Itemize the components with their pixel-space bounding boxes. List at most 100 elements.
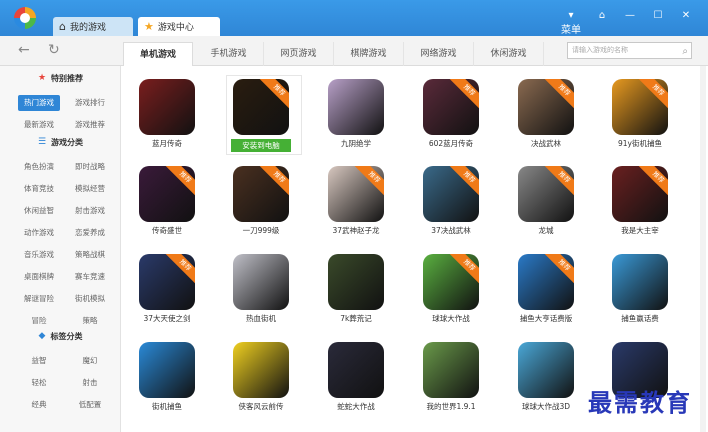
- minimize-button[interactable]: —: [616, 10, 644, 36]
- game-icon[interactable]: 推荐: [233, 79, 289, 135]
- game-card[interactable]: 九阴绝学: [316, 79, 396, 149]
- sidebar-tag[interactable]: 桌面棋牌: [18, 269, 60, 285]
- category-tab[interactable]: 网络游戏: [404, 42, 474, 66]
- sidebar-tag[interactable]: 低配置: [69, 397, 111, 413]
- sidebar-section-title: ◆ 标签分类: [0, 326, 121, 346]
- game-icon[interactable]: [328, 254, 384, 310]
- game-card[interactable]: 推荐 龙城: [506, 166, 586, 236]
- game-card[interactable]: 推荐 37决战武林: [411, 166, 491, 236]
- game-card[interactable]: 推荐 91y街机捕鱼: [600, 79, 680, 149]
- game-card[interactable]: 推荐 我是大主宰: [600, 166, 680, 236]
- sidebar-tag[interactable]: 游戏排行: [69, 95, 111, 111]
- recommend-badge: 推荐: [164, 166, 195, 199]
- game-icon[interactable]: [423, 342, 479, 398]
- search-icon[interactable]: ⌕: [682, 44, 688, 59]
- scrollbar[interactable]: [700, 66, 706, 432]
- section-label: 特别推荐: [51, 73, 84, 83]
- game-icon[interactable]: [233, 254, 289, 310]
- game-name: 决战武林: [531, 139, 561, 148]
- game-card[interactable]: 推荐 决战武林: [506, 79, 586, 149]
- sidebar-tag[interactable]: 动作游戏: [18, 225, 60, 241]
- category-tab[interactable]: 棋牌游戏: [334, 42, 404, 66]
- game-card[interactable]: 热血街机: [221, 254, 301, 324]
- category-tab[interactable]: 休闲游戏: [474, 42, 544, 66]
- game-icon[interactable]: [328, 342, 384, 398]
- category-tab[interactable]: 单机游戏: [123, 42, 193, 67]
- game-icon[interactable]: [328, 79, 384, 135]
- game-card[interactable]: 推荐 捕鱼大亨话费版: [506, 254, 586, 324]
- sidebar-tag[interactable]: 解谜冒险: [18, 291, 60, 307]
- game-card[interactable]: 7k葬荒记: [316, 254, 396, 324]
- game-card[interactable]: 推荐 37武神赵子龙: [316, 166, 396, 236]
- sidebar-tag[interactable]: 益智: [18, 353, 60, 369]
- game-card[interactable]: 蓝月传奇: [127, 79, 207, 149]
- game-icon[interactable]: 推荐: [233, 166, 289, 222]
- game-icon[interactable]: 推荐: [518, 254, 574, 310]
- menu-button[interactable]: ▾ 菜单: [554, 10, 588, 36]
- tab-game-center[interactable]: ★ 游戏中心: [138, 17, 220, 36]
- game-icon[interactable]: 推荐: [423, 166, 479, 222]
- game-card[interactable]: 推荐 球球大作战: [411, 254, 491, 324]
- game-icon[interactable]: 推荐: [423, 254, 479, 310]
- game-icon[interactable]: 推荐: [328, 166, 384, 222]
- sidebar-tag[interactable]: 角色扮演: [18, 159, 60, 175]
- sidebar-tag[interactable]: 街机模拟: [69, 291, 111, 307]
- sidebar-tag[interactable]: 音乐游戏: [18, 247, 60, 263]
- sidebar-tag[interactable]: 游戏推荐: [69, 117, 111, 133]
- game-card[interactable]: 蛇蛇大作战: [316, 342, 396, 412]
- game-icon[interactable]: [612, 254, 668, 310]
- category-tab[interactable]: 网页游戏: [264, 42, 334, 66]
- game-icon[interactable]: 推荐: [612, 166, 668, 222]
- sidebar-tag[interactable]: 即时战略: [69, 159, 111, 175]
- skin-button[interactable]: ⌂: [588, 10, 616, 36]
- menu-icon: ▾: [568, 10, 574, 21]
- sidebar-tag[interactable]: 魔幻: [69, 353, 111, 369]
- game-icon[interactable]: [518, 342, 574, 398]
- game-card[interactable]: 推荐 602蓝月传奇: [411, 79, 491, 149]
- sidebar-tag[interactable]: 模拟经营: [69, 181, 111, 197]
- game-card[interactable]: 街机捕鱼: [127, 342, 207, 412]
- category-tab[interactable]: 手机游戏: [194, 42, 264, 66]
- game-card[interactable]: 推荐 37大天使之剑: [127, 254, 207, 324]
- refresh-button[interactable]: ↻: [48, 42, 60, 58]
- sidebar-tag[interactable]: 体育竞技: [18, 181, 60, 197]
- maximize-button[interactable]: ☐: [644, 10, 672, 36]
- game-card[interactable]: 推荐 一刀999级: [221, 166, 301, 236]
- game-icon[interactable]: 推荐: [612, 79, 668, 135]
- install-button[interactable]: 安装到电脑: [231, 139, 291, 152]
- game-card[interactable]: 捕鱼赢话费: [600, 254, 680, 324]
- sidebar-tag[interactable]: 射击: [69, 375, 111, 391]
- sidebar-tag[interactable]: 休闲益智: [18, 203, 60, 219]
- sidebar-tag[interactable]: 经典: [18, 397, 60, 413]
- game-icon[interactable]: [139, 79, 195, 135]
- sidebar-tag[interactable]: 恋爱养成: [69, 225, 111, 241]
- sidebar-tag[interactable]: 策略战棋: [69, 247, 111, 263]
- search-input[interactable]: 请输入游戏的名称 ⌕: [567, 42, 692, 59]
- game-icon[interactable]: 推荐: [139, 254, 195, 310]
- sidebar-section-title: ★ 特别推荐: [0, 68, 121, 88]
- game-card[interactable]: 球球大作战3D: [506, 342, 586, 412]
- game-icon[interactable]: 推荐: [518, 166, 574, 222]
- game-card[interactable]: 我的世界1.9.1: [411, 342, 491, 412]
- close-button[interactable]: ✕: [672, 10, 700, 36]
- sidebar-tag[interactable]: 赛车竞速: [69, 269, 111, 285]
- game-card[interactable]: 推荐 传奇盛世: [127, 166, 207, 236]
- game-name: 602蓝月传奇: [428, 139, 474, 148]
- game-icon[interactable]: [139, 342, 195, 398]
- game-card[interactable]: 侠客风云前传: [221, 342, 301, 412]
- sidebar-tag[interactable]: 最新游戏: [18, 117, 60, 133]
- game-icon[interactable]: [233, 342, 289, 398]
- recommend-badge: 推荐: [448, 166, 479, 199]
- sidebar-tag[interactable]: 轻松: [18, 375, 60, 391]
- recommend-badge: 推荐: [637, 79, 668, 112]
- game-icon[interactable]: 推荐: [139, 166, 195, 222]
- tab-my-games[interactable]: ⌂ 我的游戏: [53, 17, 133, 36]
- game-icon[interactable]: 推荐: [518, 79, 574, 135]
- game-icon[interactable]: 推荐: [423, 79, 479, 135]
- game-name: 7k葬荒记: [340, 314, 372, 323]
- back-button[interactable]: ←: [18, 42, 30, 58]
- game-card[interactable]: 推荐 安装到电脑: [221, 79, 301, 152]
- sidebar-tag[interactable]: 热门游戏: [18, 95, 60, 111]
- watermark-text: 最需教育: [588, 388, 692, 417]
- sidebar-tag[interactable]: 射击游戏: [69, 203, 111, 219]
